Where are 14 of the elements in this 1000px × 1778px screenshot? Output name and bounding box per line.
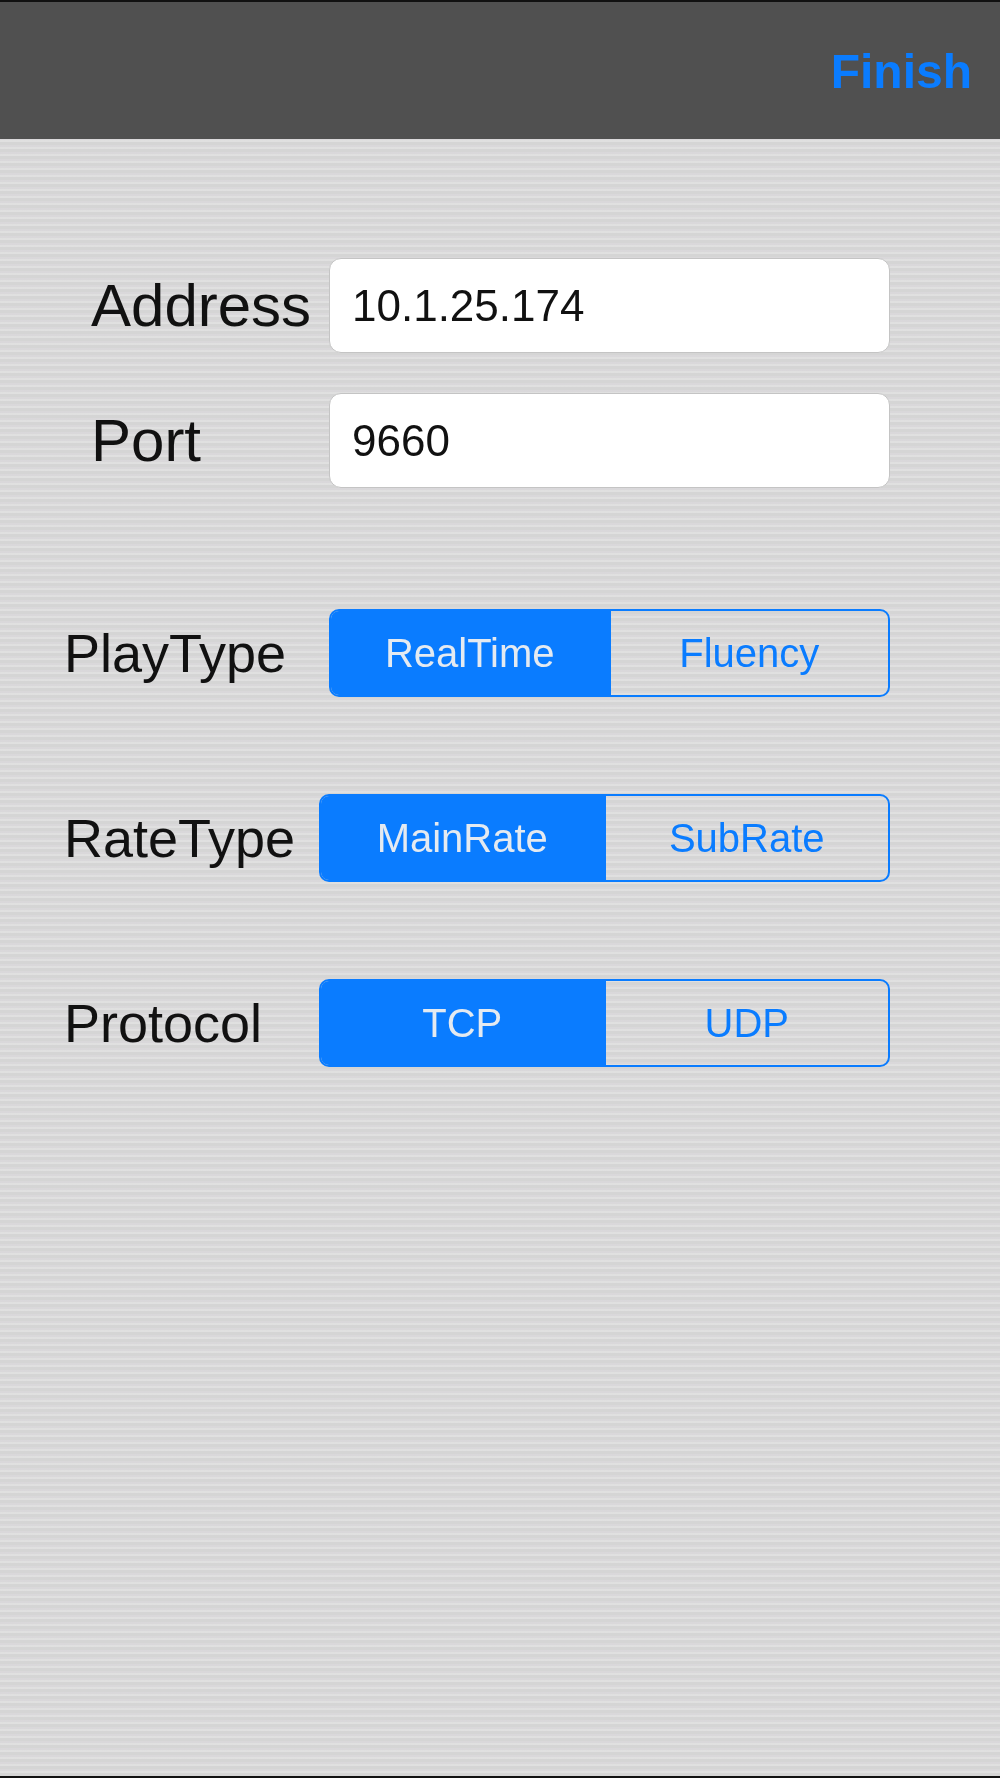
field-label: Address <box>91 270 313 341</box>
segment-button[interactable]: TCP <box>321 981 604 1065</box>
segment-button[interactable]: RealTime <box>331 611 609 695</box>
segmented-control-label: RateType <box>64 807 297 870</box>
input-field[interactable]: 10.1.25.174 <box>329 258 890 353</box>
segmented-control-label: Protocol <box>64 992 264 1055</box>
segment-button[interactable]: Fluency <box>608 611 888 695</box>
field-label: Port <box>91 405 203 476</box>
segment-button[interactable]: UDP <box>603 981 888 1065</box>
segmented-control-label: PlayType <box>64 622 288 685</box>
finish-button[interactable]: Finish <box>828 42 974 102</box>
segment-button[interactable]: MainRate <box>321 796 604 880</box>
segment-button[interactable]: SubRate <box>603 796 888 880</box>
input-field[interactable]: 9660 <box>329 393 890 488</box>
